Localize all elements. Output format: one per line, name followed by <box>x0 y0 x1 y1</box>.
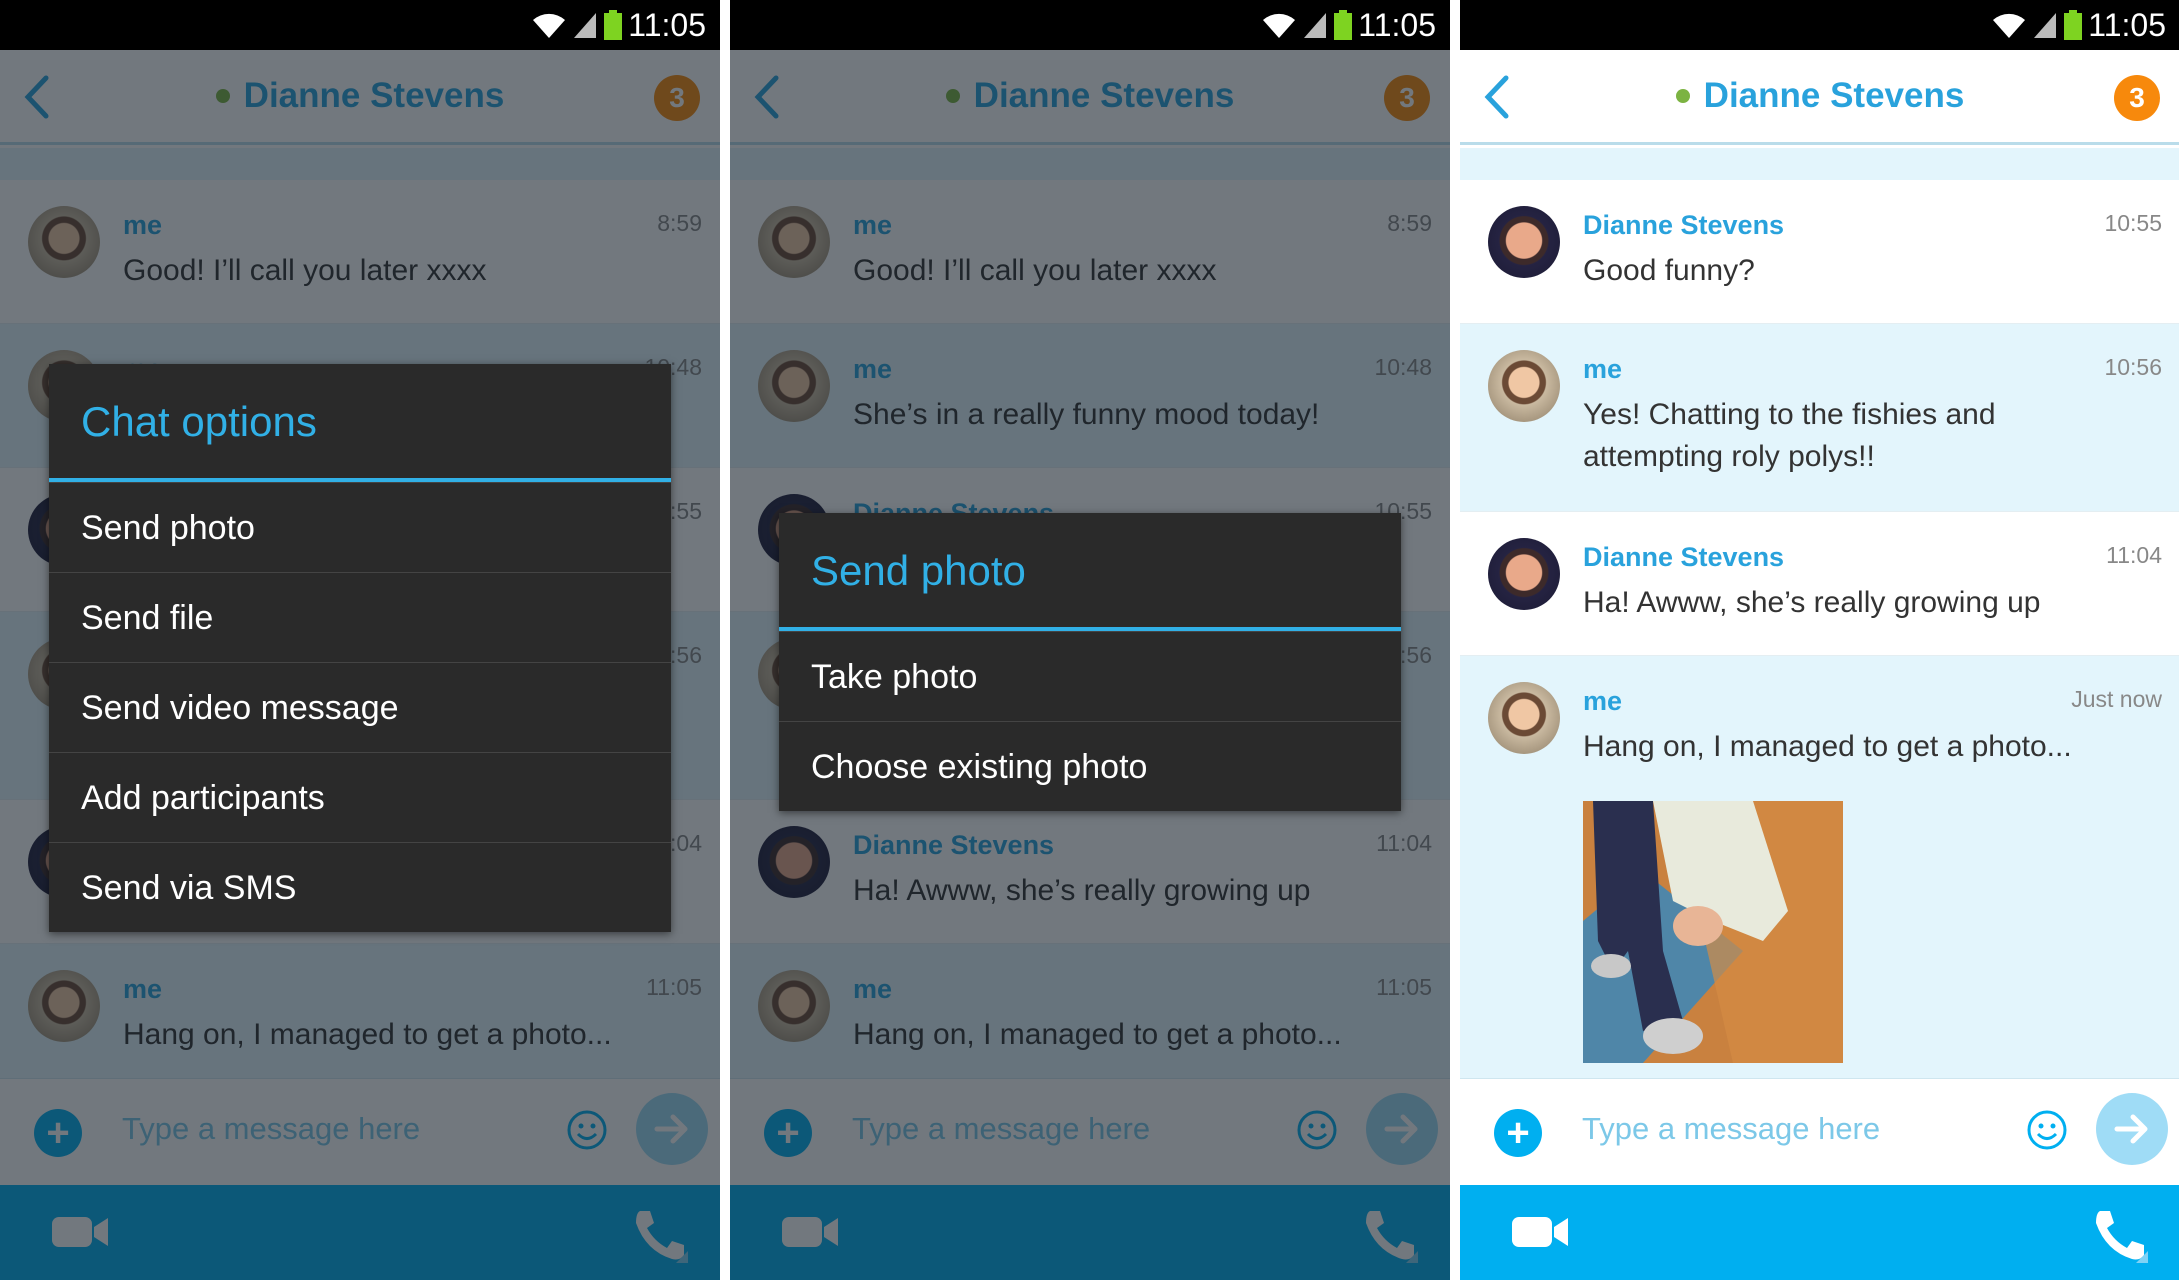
message-time: 10:55 <box>2104 210 2162 236</box>
message-sender: Dianne Stevens <box>1583 542 1785 572</box>
message-input[interactable]: Type a message here <box>1582 1111 1880 1147</box>
dialog-item[interactable]: Take photo <box>779 631 1401 721</box>
message-time: Just now <box>2071 686 2162 712</box>
message-text: Ha! Awww, she’s really growing up <box>1583 586 2041 619</box>
battery-icon <box>2064 10 2083 40</box>
call-bar <box>1460 1185 2179 1280</box>
chat-top-band <box>1460 148 2179 180</box>
wifi-icon <box>533 13 566 39</box>
notification-badge[interactable]: 3 <box>2114 75 2160 121</box>
wifi-icon <box>1993 13 2026 39</box>
message-sender: Dianne Stevens <box>1583 210 1785 240</box>
message-time: 11:04 <box>2106 542 2162 568</box>
presence-online-icon <box>1675 89 1690 103</box>
dialog-item[interactable]: Send file <box>49 572 671 662</box>
video-camera-icon <box>1512 1217 1568 1247</box>
dialog-title: Send photo <box>779 513 1401 631</box>
wifi-icon <box>1263 13 1296 39</box>
send-button[interactable] <box>2096 1093 2168 1165</box>
message-composer: + Type a message here <box>1460 1078 2179 1185</box>
avatar[interactable] <box>1488 206 1560 278</box>
message-sender: me <box>1583 354 1623 384</box>
status-bar: 11:05 <box>1460 0 2179 50</box>
avatar[interactable] <box>1488 350 1560 422</box>
dialog-item[interactable]: Add participants <box>49 752 671 842</box>
video-call-button[interactable] <box>1512 1215 1568 1254</box>
status-time: 11:05 <box>628 6 706 43</box>
phone-icon <box>2096 1211 2148 1263</box>
signal-icon <box>1304 13 1327 38</box>
status-time: 11:05 <box>1358 6 1436 43</box>
chat-panel: 11:05Dianne Stevens3me8:59Good! I’ll cal… <box>0 0 720 1280</box>
chat-panel: 11:05Dianne Stevens3me8:59Good! I’ll cal… <box>730 0 1450 1280</box>
contact-name: Dianne Stevens <box>1703 76 1965 115</box>
avatar[interactable] <box>1488 682 1560 754</box>
battery-icon <box>604 10 623 40</box>
shared-photo[interactable] <box>1583 801 1843 1063</box>
signal-icon <box>2034 13 2057 38</box>
status-bar: 11:05 <box>0 0 720 50</box>
dialog-item[interactable]: Choose existing photo <box>779 721 1401 811</box>
chat-panel: 11:05 Dianne Stevens 3 Dianne Stevens 10:55 G… <box>1460 0 2179 1280</box>
message-text: Good funny? <box>1583 254 1755 287</box>
message-row: me 10:56 Yes! Chatting to the fishies and … <box>1460 324 2179 512</box>
chevron-left-icon <box>1484 75 1509 119</box>
dialog-item[interactable]: Send photo <box>49 482 671 572</box>
signal-icon <box>574 13 597 38</box>
dialog-title: Chat options <box>49 364 671 482</box>
options-dialog: Send photo Take photo Choose existing phot… <box>779 513 1401 811</box>
message-list: Dianne Stevens 10:55 Good funny? me 10:56 Yes… <box>1460 180 2179 1082</box>
message-time: 10:56 <box>2104 354 2162 380</box>
back-button[interactable] <box>1478 72 1518 122</box>
message-row: Dianne Stevens 10:55 Good funny? <box>1460 180 2179 324</box>
dialog-item[interactable]: Send via SMS <box>49 842 671 932</box>
battery-icon <box>1334 10 1353 40</box>
dialog-item[interactable]: Send video message <box>49 662 671 752</box>
options-dialog: Chat options Send photo Send file Send vide… <box>49 364 671 932</box>
voice-call-button[interactable] <box>2092 1207 2148 1268</box>
arrow-right-icon <box>2114 1114 2148 1144</box>
message-sender: me <box>1583 686 1623 716</box>
message-row: me Just now Hang on, I managed to get a ph… <box>1460 656 2179 1082</box>
smiley-icon <box>2027 1110 2067 1150</box>
message-row: Dianne Stevens 11:04 Ha! Awww, she’s reall… <box>1460 512 2179 656</box>
contact-title[interactable]: Dianne Stevens <box>1675 76 1965 116</box>
add-button[interactable]: + <box>1494 1109 1542 1157</box>
message-text: Yes! Chatting to the fishies and attempt… <box>1583 398 1996 473</box>
status-time: 11:05 <box>2088 6 2166 43</box>
status-bar: 11:05 <box>730 0 1450 50</box>
chat-header: Dianne Stevens 3 <box>1460 50 2179 145</box>
avatar[interactable] <box>1488 538 1560 610</box>
emoji-button[interactable] <box>2026 1109 2068 1151</box>
message-text: Hang on, I managed to get a photo... <box>1583 730 2072 763</box>
